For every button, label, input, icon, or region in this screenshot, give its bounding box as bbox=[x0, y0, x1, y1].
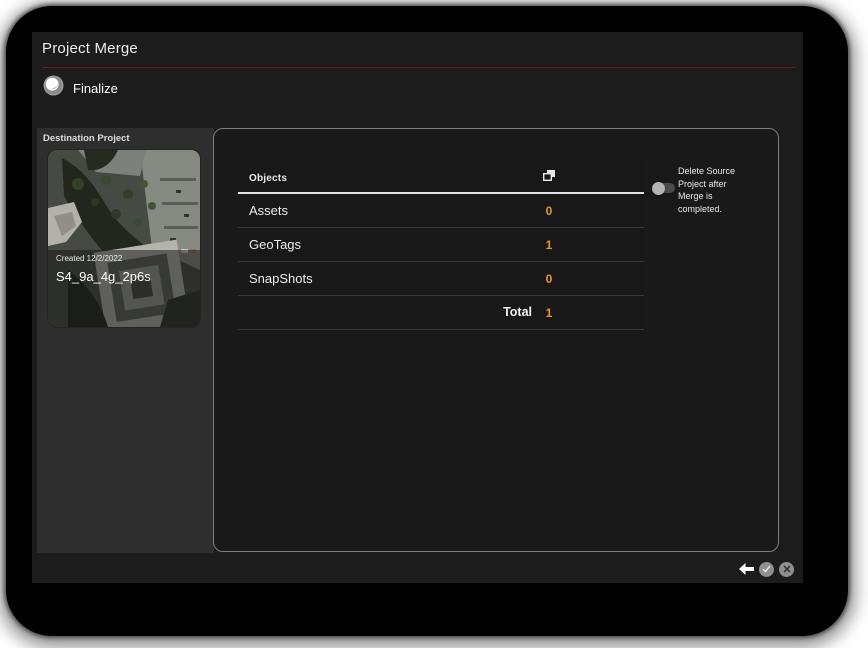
finalize-sphere-icon bbox=[43, 75, 64, 101]
project-name: S4_9a_4g_2p6s bbox=[56, 269, 151, 284]
table-row-total: Total 1 bbox=[238, 296, 644, 330]
wizard-step-label: Finalize bbox=[73, 80, 118, 96]
destination-project-sidebar: Destination Project Created 12/2/2022 S4… bbox=[37, 128, 214, 553]
confirm-check-icon[interactable] bbox=[759, 561, 774, 577]
footer-actions bbox=[739, 561, 794, 577]
row-label: GeoTags bbox=[249, 237, 302, 252]
total-label: Total bbox=[503, 305, 532, 319]
project-created-date: Created 12/2/2022 bbox=[56, 254, 123, 263]
thumbnail-scrim: Created 12/2/2022 S4_9a_4g_2p6s bbox=[48, 250, 200, 327]
sidebar-heading: Destination Project bbox=[43, 133, 130, 144]
delete-source-toggle[interactable] bbox=[652, 181, 675, 195]
screenshot-stage: Project Merge Finalize Destination Proje… bbox=[0, 0, 868, 648]
objects-table: Objects Assets 0 GeoTags 1 SnapShots 0 T… bbox=[238, 159, 644, 330]
row-label: SnapShots bbox=[249, 271, 313, 286]
project-merge-dialog: Project Merge Finalize Destination Proje… bbox=[32, 32, 803, 583]
header-divider bbox=[42, 67, 796, 68]
row-label: Assets bbox=[249, 203, 289, 218]
back-arrow-icon[interactable] bbox=[739, 563, 754, 575]
dialog-title: Project Merge bbox=[42, 40, 138, 57]
cancel-x-icon[interactable] bbox=[779, 561, 794, 577]
total-count: 1 bbox=[545, 306, 553, 320]
row-count: 0 bbox=[545, 204, 553, 218]
objects-table-header: Objects bbox=[238, 159, 644, 194]
toggle-knob bbox=[652, 181, 665, 195]
table-row-snapshots: SnapShots 0 bbox=[238, 262, 644, 296]
table-row-geotags: GeoTags 1 bbox=[238, 228, 644, 262]
objects-column-header: Objects bbox=[249, 173, 288, 184]
copy-objects-icon bbox=[536, 169, 562, 187]
row-count: 0 bbox=[545, 272, 553, 286]
wizard-step-finalize: Finalize bbox=[43, 75, 118, 101]
destination-project-card[interactable]: Created 12/2/2022 S4_9a_4g_2p6s bbox=[48, 150, 200, 327]
table-row-assets: Assets 0 bbox=[238, 194, 644, 228]
delete-source-label: Delete Source Project after Merge is com… bbox=[678, 166, 736, 214]
merge-summary-panel: Objects Assets 0 GeoTags 1 SnapShots 0 T… bbox=[213, 128, 779, 552]
row-count: 1 bbox=[545, 238, 553, 252]
